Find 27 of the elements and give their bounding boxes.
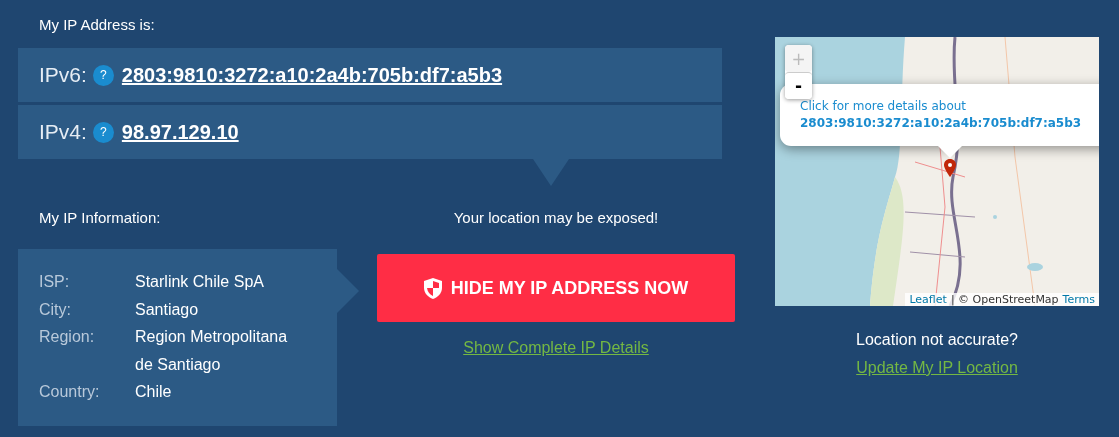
hide-ip-button[interactable]: HIDE MY IP ADDRESS NOW: [377, 254, 735, 322]
help-badge[interactable]: ?: [92, 64, 114, 86]
section-heading: My IP Address is:: [38, 14, 156, 35]
terms-link[interactable]: Terms: [1062, 293, 1095, 306]
help-badge[interactable]: ?: [92, 121, 114, 143]
details-link[interactable]: Show Complete IP Details: [463, 339, 649, 357]
shield-icon: [423, 277, 442, 299]
ip-address-link[interactable]: 98.97.129.10: [121, 120, 239, 144]
section-heading: My IP Information:: [38, 207, 162, 228]
field-value: Santiago: [135, 299, 200, 320]
update-location-link[interactable]: Update My IP Location: [856, 358, 1018, 378]
leaflet-link[interactable]: Leaflet: [909, 293, 947, 306]
address-label: IPv6:: [39, 63, 87, 87]
ip-address-link[interactable]: 2803:9810:3272:a10:2a4b:705b:df7:a5b3: [121, 63, 503, 87]
field-label: ISP:: [39, 272, 71, 292]
field-value: Starlink Chile SpA: [135, 272, 265, 292]
location-question: Location not accurate?: [856, 330, 1018, 350]
warning-text: Your location may be exposed!: [452, 207, 660, 228]
field-value: Chile: [135, 382, 173, 402]
address-label: IPv4:: [39, 120, 87, 144]
field-label: City:: [39, 299, 72, 320]
field-label: Region:: [39, 327, 96, 347]
field-label: Country:: [39, 382, 101, 402]
field-value: Region Metropolitana de Santiago: [135, 327, 289, 375]
zoom-out-button[interactable]: -: [785, 72, 812, 99]
attribution-text: | © OpenStreetMap: [950, 293, 1059, 306]
map-marker-icon[interactable]: [944, 159, 956, 177]
